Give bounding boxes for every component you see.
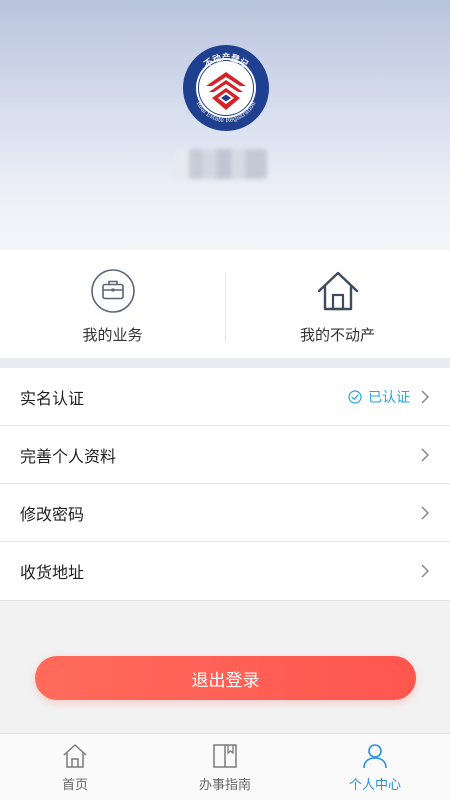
check-circle-icon bbox=[348, 389, 362, 404]
shortcut-my-business[interactable]: 我的业务 bbox=[0, 250, 225, 358]
menu-item-realname-verify[interactable]: 实名认证 已认证 bbox=[0, 368, 450, 426]
chevron-right-icon bbox=[421, 389, 430, 404]
shortcut-my-business-label: 我的业务 bbox=[82, 326, 143, 344]
menu-item-label: 修改密码 bbox=[20, 504, 85, 524]
tab-home-label: 首页 bbox=[61, 778, 88, 793]
tab-profile[interactable]: 个人中心 bbox=[300, 734, 450, 800]
tab-home[interactable]: 首页 bbox=[0, 734, 150, 800]
bottom-tab-bar: 首页 办事指南 个人中心 bbox=[0, 733, 450, 800]
profile-header: 不动产登记 Real Estate Registration ●●●● bbox=[0, 0, 450, 250]
settings-menu: 实名认证 已认证 完善个人资料 修改密码 收货地址 bbox=[0, 368, 450, 601]
briefcase-icon bbox=[90, 269, 135, 313]
chevron-right-icon bbox=[421, 564, 430, 578]
menu-item-label: 实名认证 bbox=[20, 388, 85, 408]
menu-item-complete-profile[interactable]: 完善个人资料 bbox=[0, 426, 450, 484]
shortcut-divider bbox=[225, 272, 226, 342]
tab-profile-label: 个人中心 bbox=[348, 778, 401, 793]
book-icon bbox=[213, 744, 237, 768]
real-estate-registration-logo: 不动产登记 Real Estate Registration bbox=[183, 45, 269, 131]
verified-status: 已认证 bbox=[348, 387, 410, 407]
section-gap bbox=[0, 358, 450, 368]
shortcut-my-property[interactable]: 我的不动产 bbox=[225, 250, 450, 358]
menu-item-label: 完善个人资料 bbox=[20, 446, 117, 466]
menu-item-change-password[interactable]: 修改密码 bbox=[0, 484, 450, 542]
logout-button[interactable]: 退出登录 bbox=[35, 656, 416, 700]
username-blurred: ●●●● bbox=[175, 149, 267, 179]
home-icon bbox=[63, 744, 87, 768]
menu-item-label: 收货地址 bbox=[20, 563, 85, 582]
chevron-right-icon bbox=[421, 505, 430, 520]
profile-page: 不动产登记 Real Estate Registration ●●●● 我的业务 bbox=[0, 0, 450, 800]
tab-guide-label: 办事指南 bbox=[198, 778, 251, 793]
user-icon bbox=[363, 744, 387, 769]
house-icon bbox=[317, 271, 358, 311]
verified-text: 已认证 bbox=[368, 389, 410, 406]
chevron-right-icon bbox=[421, 447, 430, 462]
tab-guide[interactable]: 办事指南 bbox=[150, 734, 300, 800]
shortcut-my-property-label: 我的不动产 bbox=[299, 326, 375, 344]
menu-item-shipping-address[interactable]: 收货地址 bbox=[0, 542, 450, 600]
